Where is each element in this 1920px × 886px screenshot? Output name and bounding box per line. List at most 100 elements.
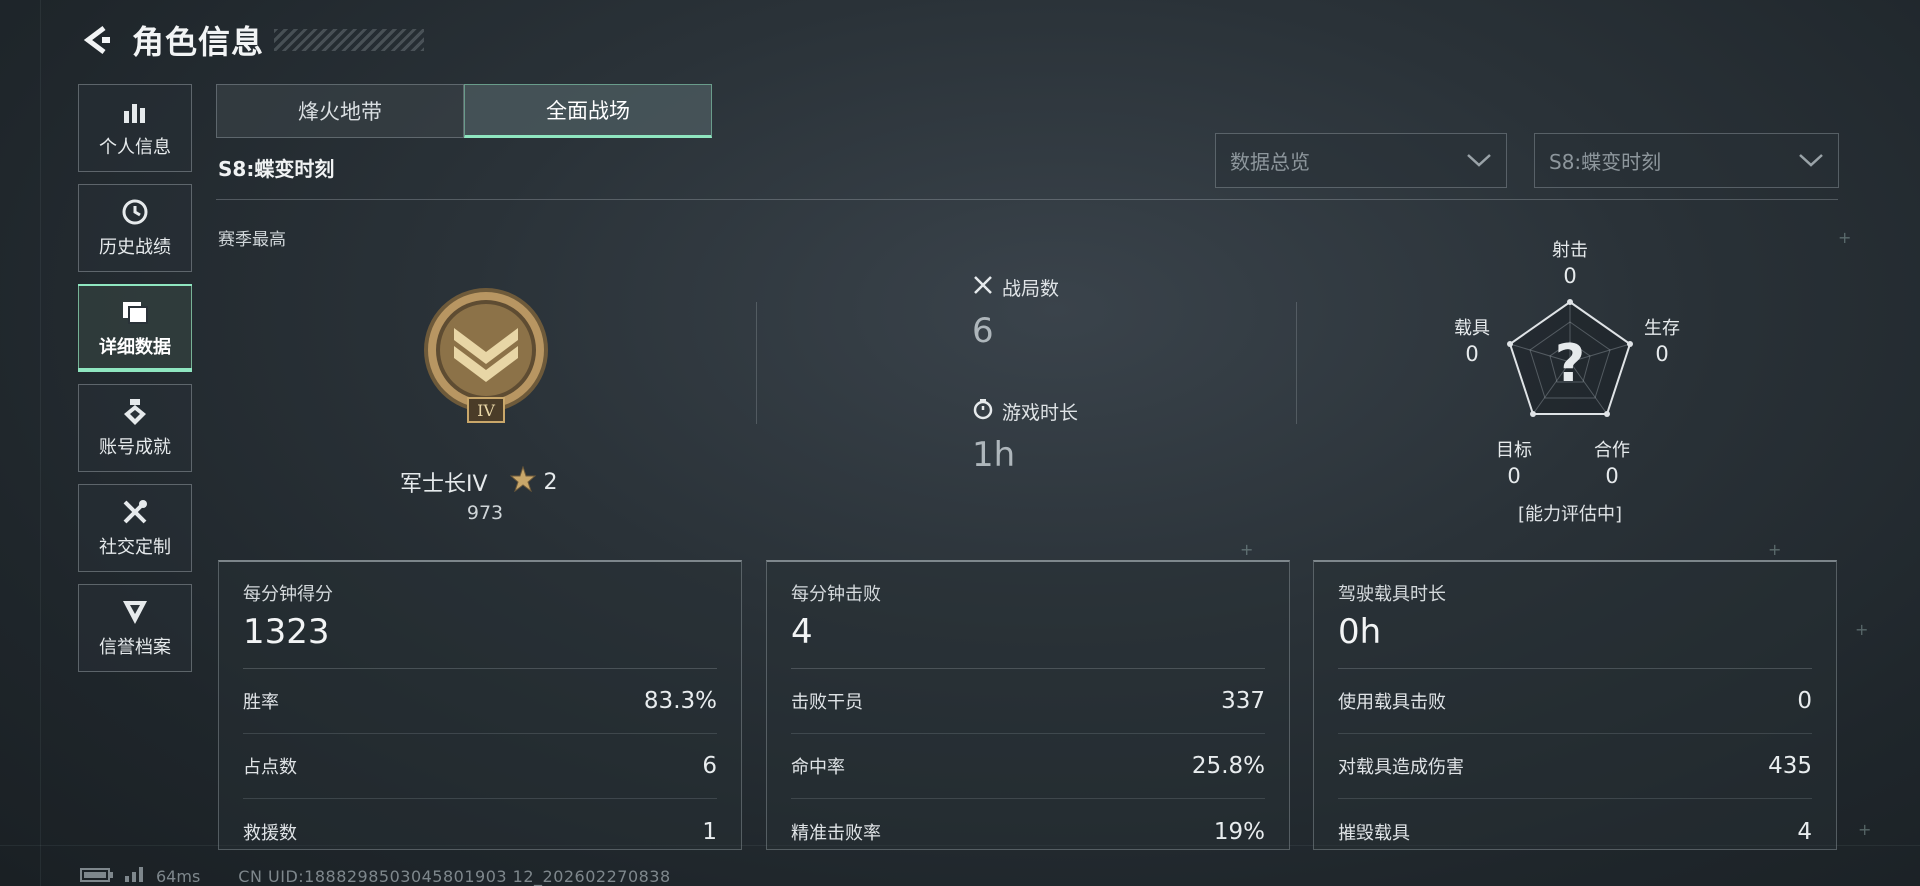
card-title: 每分钟得分 xyxy=(243,584,333,605)
row-value: 337 xyxy=(1221,688,1265,714)
radar-shooting-value: 0 xyxy=(1563,264,1577,288)
tools-icon xyxy=(120,497,150,527)
achievement-medal-icon xyxy=(120,397,150,427)
radar-cooperation-value: 0 xyxy=(1605,464,1619,488)
page-header: 角色信息 xyxy=(80,18,425,62)
divider xyxy=(216,199,1838,200)
matches-stat: 战局数 6 xyxy=(972,274,1059,351)
card-row: 对载具造成伤害 435 xyxy=(1338,734,1812,799)
row-label: 救援数 xyxy=(243,822,297,844)
card-row: 使用载具击败 0 xyxy=(1338,669,1812,734)
card-row: 胜率 83.3% xyxy=(243,669,717,734)
row-label: 击败干员 xyxy=(791,692,863,713)
rank-score: 973 xyxy=(466,502,504,524)
sidebar-item-reputation[interactable]: 信誉档案 xyxy=(78,584,192,672)
season-best-heading: 赛季最高 xyxy=(218,230,286,250)
ping-value: 64ms xyxy=(156,866,201,886)
crossed-swords-icon xyxy=(972,274,1002,301)
playtime-label: 游戏时长 xyxy=(1002,402,1079,424)
season-dropdown[interactable]: S8:蝶变时刻 xyxy=(1534,133,1839,188)
sidebar: 个人信息 历史战绩 详细数据 账号成就 社交定制 信誉档案 xyxy=(78,84,192,684)
radar-status: [能力评估中] xyxy=(1517,504,1623,525)
sidebar-item-label: 个人信息 xyxy=(99,137,171,158)
row-label: 精准击败率 xyxy=(791,822,881,844)
bar-chart-icon xyxy=(120,97,150,127)
row-value: 4 xyxy=(1797,818,1812,845)
status-footer: 64ms CN UID:1888298503045801903 12_20260… xyxy=(80,866,671,886)
radar-target-value: 0 xyxy=(1507,464,1521,488)
row-value: 435 xyxy=(1768,753,1812,779)
rank-stars-count: 2 xyxy=(543,469,558,495)
sidebar-item-personal-info[interactable]: 个人信息 xyxy=(78,84,192,172)
mode-tabs: 烽火地带 全面战场 xyxy=(216,84,712,138)
radar-survival-value: 0 xyxy=(1655,342,1669,366)
stopwatch-icon xyxy=(972,398,1002,425)
rank-info: 军士长IV 2 xyxy=(400,465,558,498)
title-decoration xyxy=(274,29,425,51)
history-clock-icon xyxy=(120,197,150,227)
star-icon xyxy=(509,465,536,498)
sidebar-item-label: 账号成就 xyxy=(99,437,171,458)
card-row: 救援数 1 xyxy=(243,799,717,864)
page-title: 角色信息 xyxy=(132,23,265,61)
medal-numeral: IV xyxy=(477,401,495,420)
chevron-down-icon xyxy=(1466,149,1492,173)
playtime-value: 1h xyxy=(972,435,1016,475)
player-uid: CN UID:1888298503045801903 12_2026022708… xyxy=(238,866,671,886)
row-value: 19% xyxy=(1213,818,1265,845)
card-row: 占点数 6 xyxy=(243,734,717,799)
sidebar-item-achievements[interactable]: 账号成就 xyxy=(78,384,192,472)
season-title: S8:蝶变时刻 xyxy=(218,157,335,181)
matches-label: 战局数 xyxy=(1002,278,1060,300)
card-big-value: 1323 xyxy=(243,612,330,652)
card-title: 每分钟击败 xyxy=(791,584,881,605)
row-value: 6 xyxy=(702,753,717,779)
score-card: 每分钟得分 1323 胜率 83.3% 占点数 6 救援数 1 xyxy=(218,560,742,850)
battery-icon xyxy=(80,867,114,886)
row-label: 使用载具击败 xyxy=(1338,692,1446,713)
row-value: 25.8% xyxy=(1191,753,1265,779)
card-row: 摧毁载具 4 xyxy=(1338,799,1812,864)
folder-icon xyxy=(120,297,150,327)
card-row: 精准击败率 19% xyxy=(791,799,1265,864)
sidebar-item-label: 详细数据 xyxy=(99,337,171,358)
radar-cooperation-label: 合作 xyxy=(1594,440,1630,461)
row-value: 1 xyxy=(702,818,717,845)
radar-vehicle-label: 载具 xyxy=(1454,318,1490,339)
row-label: 胜率 xyxy=(243,692,279,713)
tab-full-battlefield[interactable]: 全面战场 xyxy=(464,84,712,138)
back-arrow-icon[interactable] xyxy=(80,23,114,57)
row-label: 占点数 xyxy=(243,757,297,778)
card-title: 驾驶载具时长 xyxy=(1338,584,1446,605)
matches-value: 6 xyxy=(972,311,994,351)
chevron-down-icon xyxy=(1798,149,1824,173)
rank-name: 军士长IV xyxy=(400,472,488,497)
divider xyxy=(1296,302,1297,424)
sidebar-item-label: 历史战绩 xyxy=(99,237,171,258)
data-overview-dropdown[interactable]: 数据总览 xyxy=(1215,133,1507,188)
signal-icon xyxy=(124,866,144,886)
row-label: 命中率 xyxy=(791,757,845,778)
row-value: 0 xyxy=(1797,688,1812,714)
radar-shooting-label: 射击 xyxy=(1552,240,1588,261)
divider xyxy=(756,302,757,424)
row-label: 对载具造成伤害 xyxy=(1338,757,1464,778)
dropdown-value: 数据总览 xyxy=(1230,150,1310,174)
sidebar-item-label: 社交定制 xyxy=(99,537,171,558)
sidebar-item-label: 信誉档案 xyxy=(99,637,171,658)
card-big-value: 4 xyxy=(791,612,813,652)
card-row: 击败干员 337 xyxy=(791,669,1265,734)
playtime-stat: 游戏时长 1h xyxy=(972,398,1078,475)
rank-medal-icon: IV xyxy=(420,286,552,426)
sidebar-item-social-custom[interactable]: 社交定制 xyxy=(78,484,192,572)
radar-vehicle-value: 0 xyxy=(1465,342,1479,366)
sidebar-item-detailed-data[interactable]: 详细数据 xyxy=(78,284,192,372)
shield-rank-icon xyxy=(120,597,150,627)
row-value: 83.3% xyxy=(643,688,717,714)
unknown-mark: ? xyxy=(1554,334,1586,394)
tab-fire-zone[interactable]: 烽火地带 xyxy=(216,84,464,138)
sidebar-item-history[interactable]: 历史战绩 xyxy=(78,184,192,272)
dropdown-value: S8:蝶变时刻 xyxy=(1549,150,1662,174)
vehicle-card: 驾驶载具时长 0h 使用载具击败 0 对载具造成伤害 435 摧毁载具 4 xyxy=(1313,560,1837,850)
card-row: 命中率 25.8% xyxy=(791,734,1265,799)
